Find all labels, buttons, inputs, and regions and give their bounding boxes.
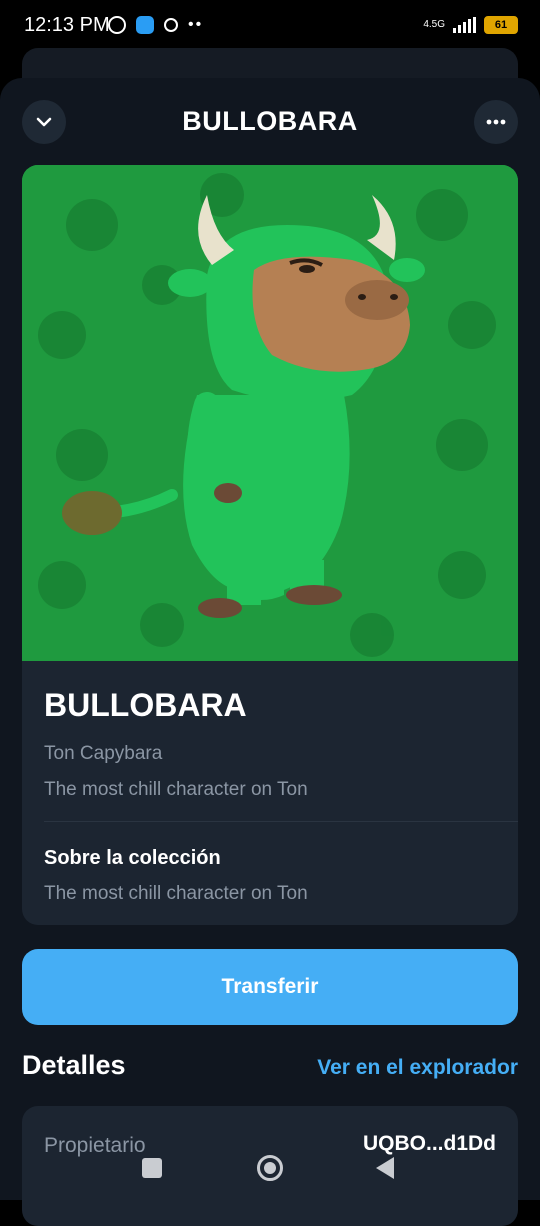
sheet-header: BULLOBARA — [0, 78, 540, 168]
view-in-explorer-link[interactable]: Ver en el explorador — [317, 1056, 518, 1080]
about-collection-description: The most chill character on Ton — [44, 883, 308, 904]
circle-icon[interactable] — [257, 1155, 283, 1181]
square-icon[interactable] — [142, 1158, 162, 1178]
more-horizontal-icon — [486, 119, 506, 125]
network-type: 4.5G — [423, 19, 445, 30]
battery-icon: 61 — [484, 16, 518, 34]
system-navigation-bar — [0, 1140, 540, 1200]
nft-card: BULLOBARA Ton Capybara The most chill ch… — [22, 165, 518, 925]
transfer-button[interactable]: Transferir — [22, 949, 518, 1025]
status-time: 12:13 PM — [24, 14, 110, 36]
nft-name: BULLOBARA — [44, 687, 247, 723]
nft-image[interactable] — [22, 165, 518, 661]
more-notifications-icon: •• — [188, 16, 204, 33]
app-notification-icon — [136, 16, 154, 34]
about-collection-title: Sobre la colección — [44, 847, 221, 869]
dollar-icon — [164, 18, 178, 32]
capybara-bull-artwork — [22, 165, 518, 661]
whatsapp-icon — [108, 16, 126, 34]
more-options-button[interactable] — [474, 100, 518, 144]
details-section-title: Detalles — [22, 1050, 126, 1080]
signal-icon — [453, 17, 476, 33]
notification-icons: •• — [108, 16, 203, 34]
triangle-back-icon[interactable] — [376, 1157, 394, 1179]
nft-detail-sheet: BULLOBARA BULLOBARA Ton Capybara The mos… — [0, 78, 540, 1226]
page-title: BULLOBARA — [182, 106, 358, 136]
divider — [44, 821, 518, 822]
nft-collection-name[interactable]: Ton Capybara — [44, 743, 162, 765]
nft-description: The most chill character on Ton — [44, 779, 308, 800]
status-bar: 12:13 PM •• 4.5G 61 — [0, 0, 540, 52]
system-indicators: 4.5G 61 — [423, 16, 518, 34]
